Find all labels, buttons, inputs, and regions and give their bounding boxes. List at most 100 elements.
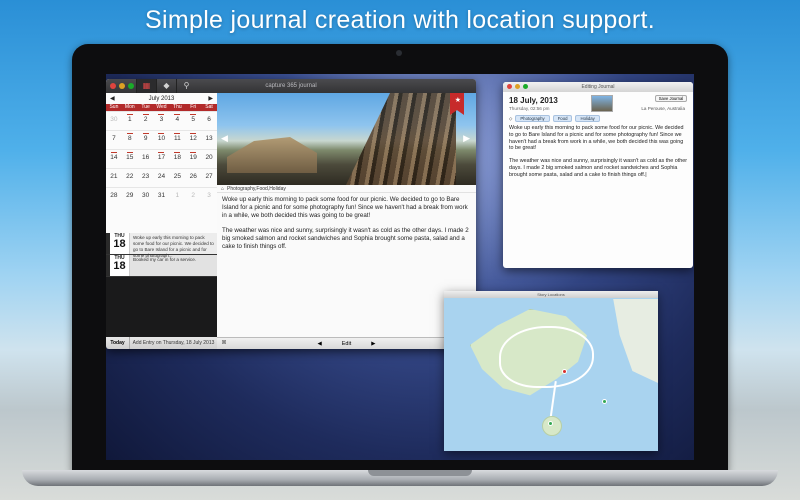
calendar-icon[interactable]: ▦ [136, 79, 156, 93]
photo-prev-button[interactable]: ◀ [221, 133, 228, 144]
calendar-day[interactable]: 26 [185, 168, 202, 187]
toolbar-tabs: ▦ ◆ ⚲ [136, 79, 196, 93]
calendar-day[interactable]: 9 [137, 130, 154, 149]
weekday-label: Wed [156, 104, 167, 110]
weekday-label: Fri [190, 104, 197, 110]
calendar-day[interactable]: 15 [121, 149, 138, 168]
map-titlebar: Story Locations [444, 291, 658, 298]
today-button[interactable]: Today [106, 337, 130, 349]
tag-chip[interactable]: Holiday [575, 115, 600, 122]
calendar-day[interactable]: 6 [201, 111, 217, 130]
tag-chip[interactable]: Photography [515, 115, 550, 122]
sidebar: ◀ July 2013 ▶ Sun Mon Tue Wed Thu Fri Sat 30 1 2… [106, 93, 217, 349]
zoom-button[interactable] [128, 83, 134, 89]
calendar-day[interactable]: 27 [201, 168, 217, 187]
calendar-day[interactable]: 3 [153, 111, 170, 130]
calendar-day[interactable]: 10 [153, 130, 170, 149]
calendar-day[interactable]: 14 [106, 149, 122, 168]
add-entry-button[interactable]: Add Entry on Thursday, 18 July 2013 [130, 340, 217, 346]
calendar-day[interactable]: 18 [169, 149, 186, 168]
calendar-day[interactable]: 29 [121, 187, 138, 206]
search-icon[interactable]: ⚲ [176, 79, 196, 93]
close-button[interactable] [110, 83, 116, 89]
entry-photo[interactable]: ★ ◀ ▶ [217, 93, 476, 185]
calendar-day[interactable]: 1 [121, 111, 138, 130]
calendar-day[interactable]: 12 [185, 130, 202, 149]
entry-tags-row: ⌂ Photography,Food,Holiday [217, 185, 476, 193]
calendar-day[interactable]: 16 [137, 149, 154, 168]
tag-chip[interactable]: Food [552, 115, 573, 122]
photo-cliff [227, 137, 317, 173]
calendar-day[interactable]: 17 [153, 149, 170, 168]
weekday-label: Sun [109, 104, 119, 110]
window-controls [507, 84, 528, 89]
calendar-day[interactable]: 2 [185, 187, 202, 206]
calendar-day[interactable]: 8 [121, 130, 138, 149]
calendar-day[interactable]: 30 [137, 187, 154, 206]
entry-paragraph: Woke up early this morning to pack some … [222, 196, 468, 219]
minimize-button[interactable] [119, 83, 125, 89]
tag-icon: ◇ [509, 115, 513, 121]
entry-tags[interactable]: Photography,Food,Holiday [227, 186, 286, 192]
calendar-day[interactable]: 23 [137, 168, 154, 187]
main-window-title: capture 365 journal [265, 83, 317, 89]
calendar-day[interactable]: 1 [169, 187, 186, 206]
edit-titlebar: Editing Journal [503, 82, 693, 92]
calendar-day[interactable]: 4 [169, 111, 186, 130]
editing-window: Editing Journal 18 July, 2013 Thursday, … [503, 82, 693, 268]
photo-thumbnail[interactable] [591, 95, 613, 112]
close-button[interactable] [507, 84, 512, 89]
calendar-day[interactable]: 5 [185, 111, 202, 130]
main-titlebar: ▦ ◆ ⚲ capture 365 journal [106, 79, 476, 93]
calendar-day[interactable]: 22 [121, 168, 138, 187]
calendar-day[interactable]: 20 [201, 149, 217, 168]
photo-next-button[interactable]: ▶ [463, 133, 470, 144]
next-entry-button[interactable]: ▶ [371, 341, 375, 347]
content-footer: ◙ ◀ Edit ▶ ▥ [217, 337, 476, 349]
edit-text-area[interactable]: Woke up early this morning to pack some … [509, 125, 687, 185]
weekday-label: Sat [205, 104, 213, 110]
save-journal-button[interactable]: Save Journal [655, 95, 687, 102]
calendar-day[interactable]: 3 [201, 187, 217, 206]
calendar-day[interactable]: 24 [153, 168, 170, 187]
photo-pier [346, 93, 456, 185]
calendar-day[interactable]: 30 [106, 111, 122, 130]
calendar-day[interactable]: 21 [106, 168, 122, 187]
edit-button[interactable]: Edit [342, 341, 351, 347]
entry-list-item[interactable]: THU 18 Booked my car in for a service. [106, 255, 217, 277]
webcam [396, 50, 402, 56]
edit-date: 18 July, 2013 [509, 96, 558, 105]
entry-list-item[interactable]: THU 18 Woke up early this morning to pack … [106, 233, 217, 258]
calendar-day[interactable]: 13 [201, 130, 217, 149]
entry-preview: Woke up early this morning to pack some … [133, 235, 214, 258]
entry-paragraph: The weather was nice and sunny, surprisi… [222, 227, 469, 250]
zoom-button[interactable] [523, 84, 528, 89]
location-pin-icon[interactable] [562, 369, 567, 374]
calendar-day[interactable]: 25 [169, 168, 186, 187]
calendar: ◀ July 2013 ▶ Sun Mon Tue Wed Thu Fri Sat 30 1 2… [106, 93, 217, 233]
location-pin-icon[interactable] [602, 399, 607, 404]
tag-icon[interactable]: ◆ [156, 79, 176, 93]
map-window-title: Story Locations [537, 292, 565, 297]
entry-date: THU 18 [110, 233, 130, 254]
calendar-day[interactable]: 2 [137, 111, 154, 130]
calendar-day[interactable]: 19 [185, 149, 202, 168]
calendar-prev-button[interactable]: ◀ [110, 95, 115, 102]
prev-entry-button[interactable]: ◀ [318, 341, 322, 347]
calendar-day[interactable]: 11 [169, 130, 186, 149]
camera-icon[interactable]: ◙ [222, 339, 226, 346]
calendar-day[interactable]: 28 [106, 187, 122, 206]
minimize-button[interactable] [515, 84, 520, 89]
calendar-day[interactable]: 7 [106, 130, 122, 149]
edit-location[interactable]: La Perouse, Australia [641, 106, 685, 111]
calendar-day[interactable]: 31 [153, 187, 170, 206]
calendar-grid: 30 1 2 3 4 5 6 7 8 9 10 11 12 13 14 15 16 17 18 19 20 21 22 23 2… [106, 111, 217, 206]
screen: ▦ ◆ ⚲ capture 365 journal ◀ July 2013 ▶ … [106, 74, 694, 460]
location-pin-icon[interactable] [548, 421, 553, 426]
sidebar-footer: Today Add Entry on Thursday, 18 July 201… [106, 337, 217, 349]
calendar-next-button[interactable]: ▶ [208, 95, 213, 102]
map-window[interactable]: Story Locations [444, 291, 658, 451]
entry-preview: Booked my car in for a service. [133, 257, 197, 262]
entry-day-number: 18 [113, 260, 126, 272]
laptop-notch [368, 470, 472, 476]
